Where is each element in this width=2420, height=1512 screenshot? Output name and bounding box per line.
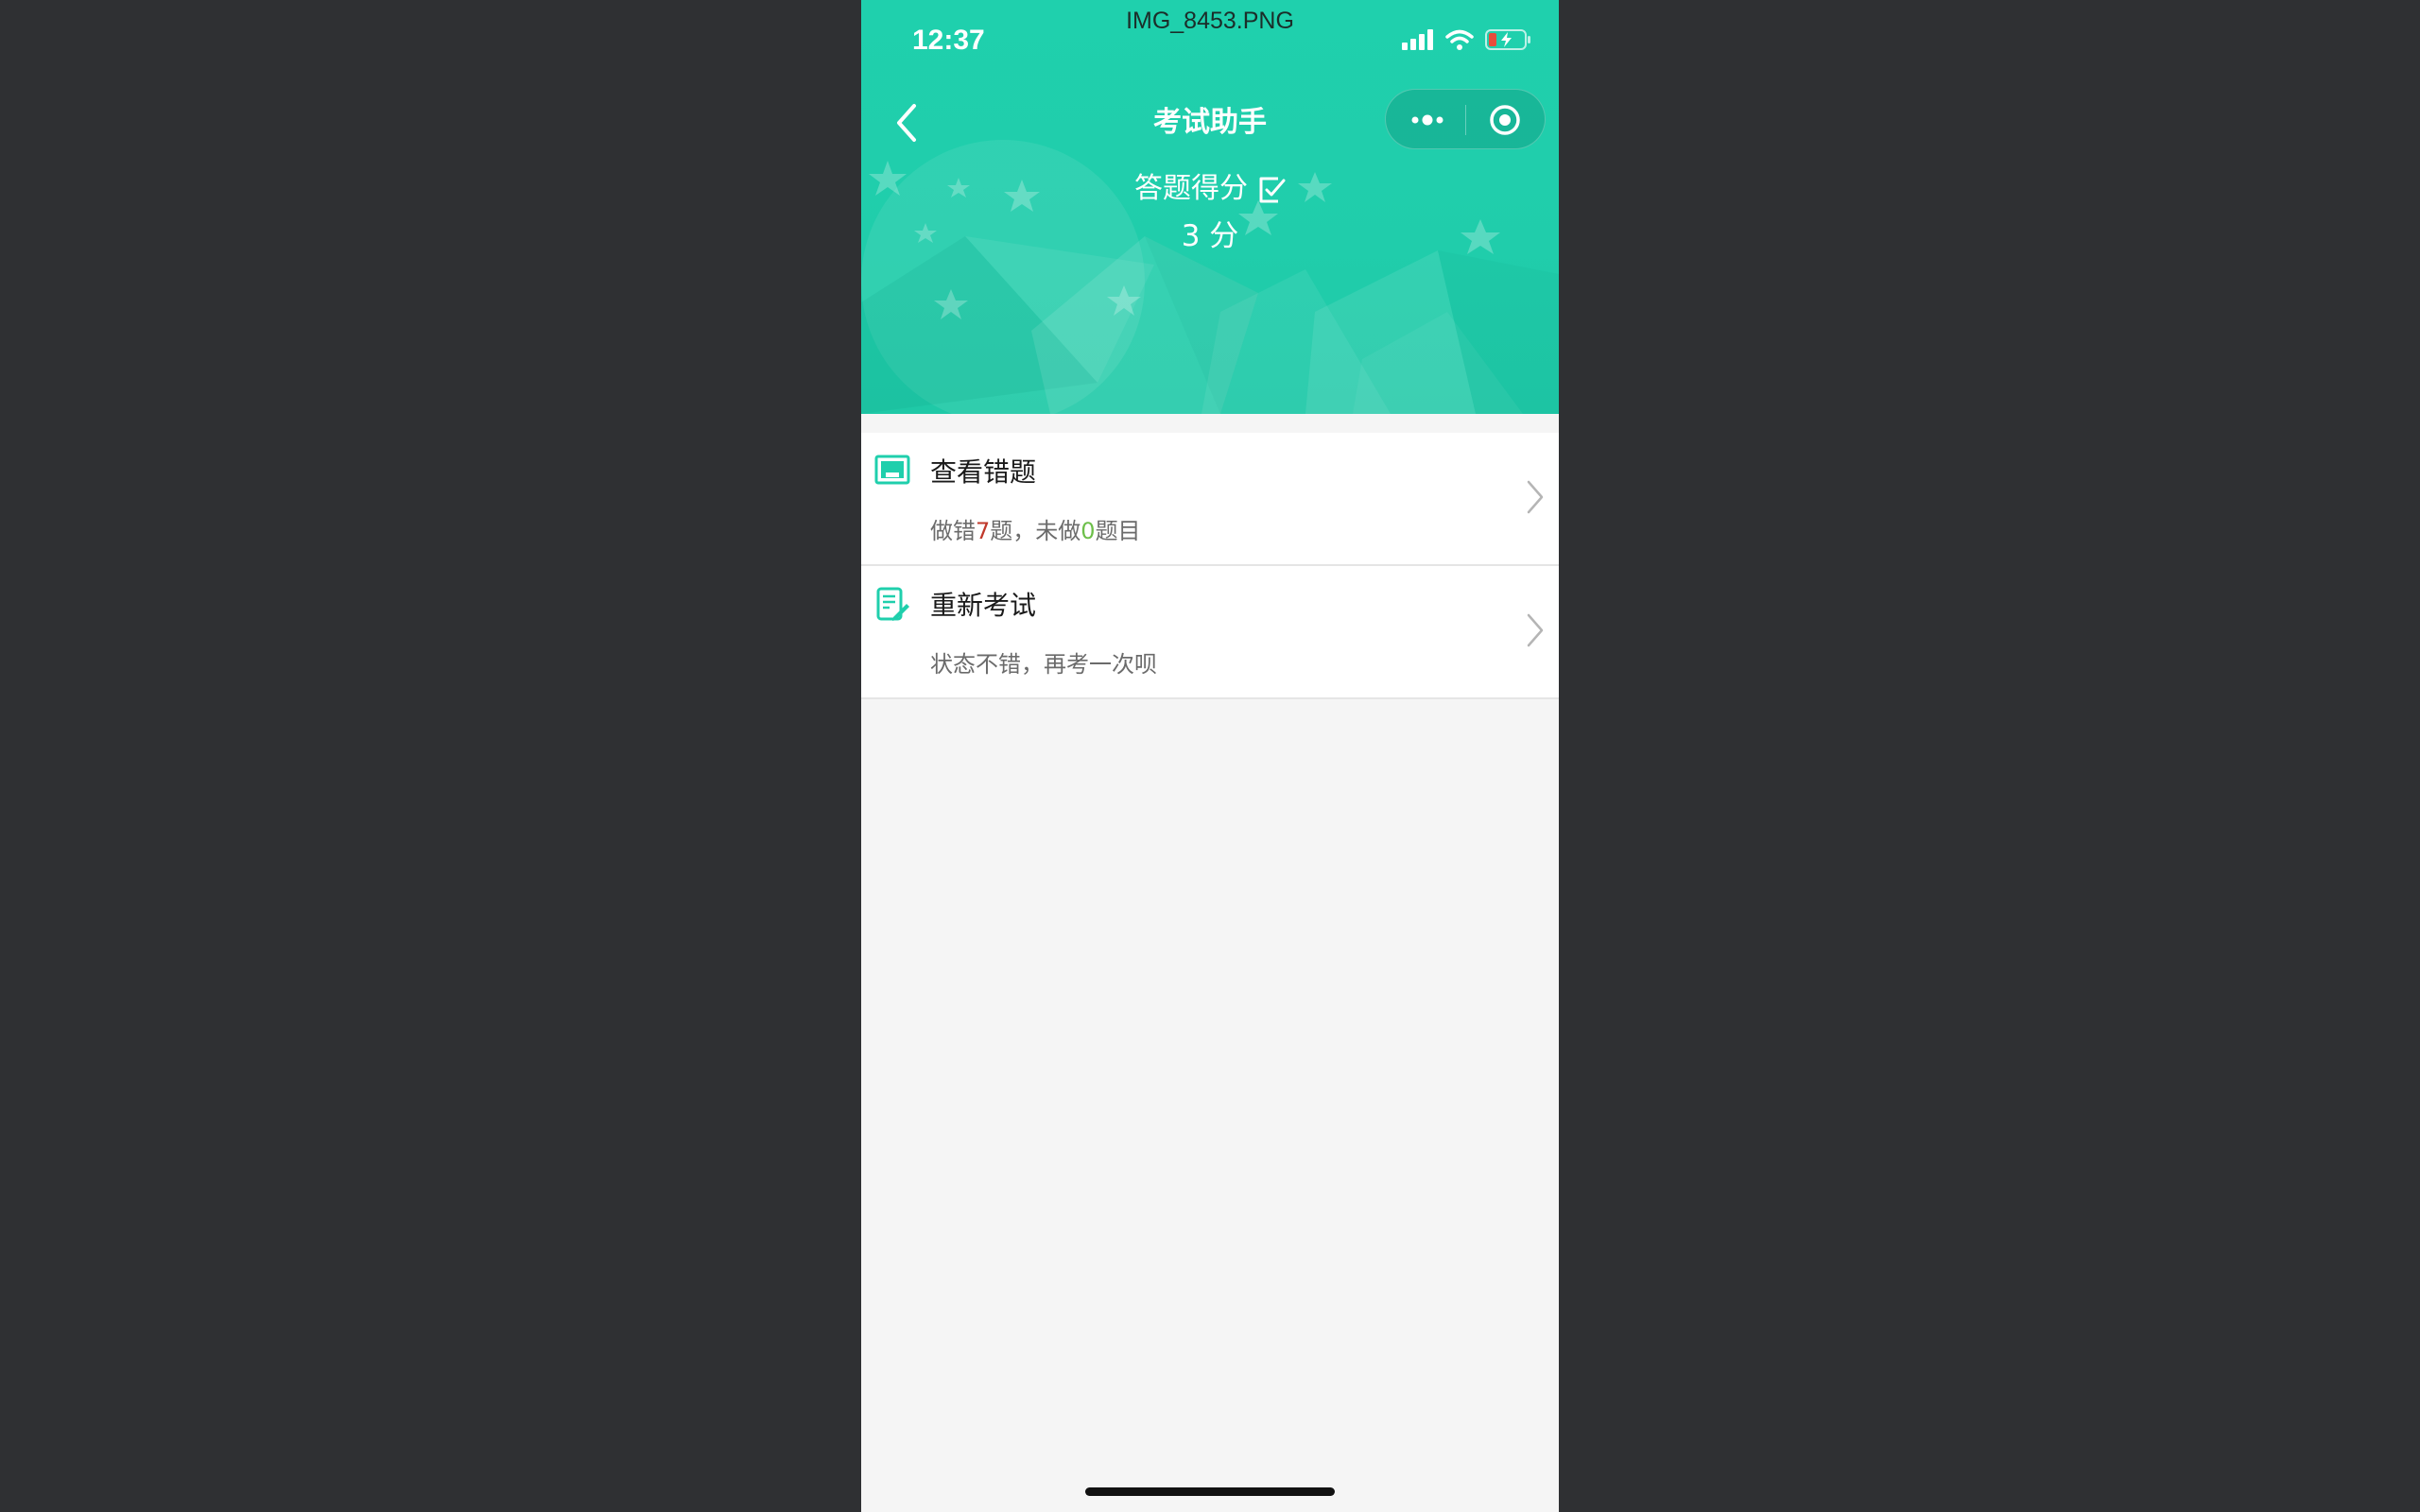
list-item-retake-exam[interactable]: 重新考试 状态不错，再考一次呗: [861, 566, 1559, 699]
list-item-review-mistakes[interactable]: 查看错题 做错7题，未做0题目: [861, 433, 1559, 566]
target-icon[interactable]: [1488, 103, 1522, 137]
score-label-text: 答题得分: [1134, 172, 1248, 205]
undone-count: 0: [1080, 518, 1096, 544]
home-indicator[interactable]: [1085, 1487, 1335, 1496]
more-icon[interactable]: [1409, 103, 1446, 137]
status-icons: [1402, 28, 1532, 51]
status-time: 12:37: [912, 25, 985, 56]
desc-suffix: 题目: [1095, 518, 1141, 544]
mini-program-capsule: [1385, 89, 1546, 149]
chevron-right-icon: [1527, 613, 1544, 647]
edit-icon[interactable]: [1255, 175, 1286, 205]
wrong-count: 7: [976, 518, 991, 544]
list-item-description: 状态不错，再考一次呗: [930, 651, 1157, 678]
battery-icon: [1485, 29, 1530, 50]
list-item-description: 做错7题，未做0题目: [930, 512, 1141, 545]
decorative-background: [861, 140, 1559, 414]
wifi-icon: [1445, 29, 1474, 50]
desc-middle: 题，未做: [990, 518, 1081, 544]
list-item-title: 查看错题: [930, 456, 1037, 488]
review-icon: [874, 455, 910, 485]
header-banner: IMG_8453.PNG 12:37 考试助手 答题得分 3 分: [861, 0, 1559, 414]
score-value: 3 分: [1181, 219, 1239, 253]
action-list: 查看错题 做错7题，未做0题目 重新考试 状态不错，再考一次呗: [861, 433, 1559, 699]
chevron-right-icon: [1527, 480, 1544, 514]
list-item-title: 重新考试: [930, 590, 1037, 621]
exam-edit-icon: [876, 587, 909, 621]
capsule-divider: [1465, 105, 1466, 135]
score-label: 答题得分: [861, 164, 1559, 206]
phone-screen: IMG_8453.PNG 12:37 考试助手 答题得分 3 分 查看错题 做错…: [861, 0, 1559, 1512]
signal-icon: [1402, 29, 1433, 50]
desc-prefix: 做错: [930, 518, 976, 544]
